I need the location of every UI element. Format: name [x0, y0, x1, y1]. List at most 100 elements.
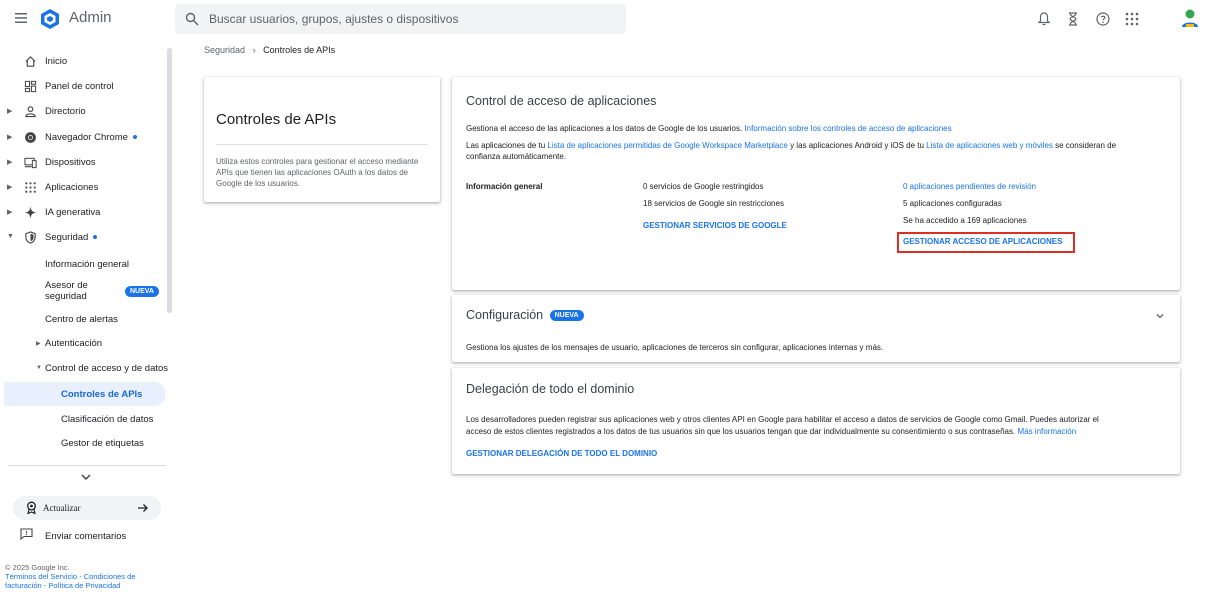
privacy-link[interactable]: Política de Privacidad	[48, 581, 120, 590]
web-mobile-apps-link[interactable]: Lista de aplicaciones web y móviles	[926, 141, 1053, 150]
billing-link-cont[interactable]: facturación	[5, 581, 42, 590]
app-access-card: Control de acceso de aplicaciones Gestio…	[452, 77, 1180, 290]
notification-dot	[93, 235, 98, 240]
caret-right-icon: ▶	[7, 159, 13, 166]
sidebar-item-label: Inicio	[45, 56, 68, 67]
marketplace-allowlist-link[interactable]: Lista de aplicaciones permitidas de Goog…	[547, 141, 787, 150]
caret-right-icon: ▶	[7, 209, 13, 216]
app-access-description: Gestiona el acceso de las aplicaciones a…	[466, 123, 952, 134]
page-info-card: Controles de APIs Utiliza estos controle…	[204, 77, 440, 202]
description-text: Gestiona el acceso de las aplicaciones a…	[466, 124, 743, 133]
search-input[interactable]: Buscar usuarios, grupos, ajustes o dispo…	[209, 12, 458, 26]
breadcrumb-separator-icon: ›	[252, 45, 256, 55]
description-text: se consideran de	[1055, 141, 1117, 150]
apps-grid-icon[interactable]	[1124, 11, 1140, 27]
breadcrumb-current: Controles de APIs	[263, 45, 336, 55]
upgrade-label: Actualizar	[43, 503, 81, 513]
award-icon	[27, 501, 36, 514]
more-info-link[interactable]: Más información	[1017, 427, 1076, 436]
upgrade-button[interactable]: Actualizar	[13, 496, 161, 520]
sidebar-item-dispositivos[interactable]: ▶ Dispositivos	[0, 151, 166, 175]
caret-right-icon: ▶	[7, 184, 13, 191]
sidebar-item-inicio[interactable]: Inicio	[0, 50, 166, 74]
delegation-description: Los desarrolladores pueden registrar sus…	[466, 415, 1099, 424]
chevron-down-icon[interactable]	[80, 471, 92, 483]
search-bar[interactable]: Buscar usuarios, grupos, ajustes o dispo…	[175, 4, 626, 34]
pending-review-link[interactable]: 0 aplicaciones pendientes de revisión	[903, 181, 1036, 192]
configured-apps-count: 5 aplicaciones configuradas	[903, 199, 1002, 208]
trust-description-cont: confianza automáticamente.	[466, 152, 567, 161]
sidebar-item-label: IA generativa	[45, 207, 101, 218]
sidebar-item-label: seguridad	[45, 291, 87, 302]
sidebar-item-centro-alertas[interactable]: Centro de alertas	[45, 314, 118, 325]
chrome-icon	[25, 132, 36, 143]
divider	[216, 144, 428, 145]
breadcrumb-parent[interactable]: Seguridad	[204, 45, 245, 55]
domain-delegation-card: Delegación de todo el dominio Los desarr…	[452, 368, 1180, 474]
description-text: acceso de estos clientes registrados a l…	[466, 427, 1016, 436]
apps-icon	[25, 182, 36, 193]
sidebar-item-informacion-general[interactable]: Información general	[45, 259, 129, 270]
admin-logo-icon[interactable]	[39, 8, 61, 30]
sidebar-divider	[8, 465, 166, 466]
sidebar-item-panel[interactable]: Panel de control	[0, 75, 166, 99]
terms-link[interactable]: Términos del Servicio	[5, 572, 77, 581]
new-badge: NUEVA	[549, 310, 584, 321]
sidebar-item-autenticacion[interactable]: Autenticación	[45, 338, 102, 349]
sidebar-item-controles-apis[interactable]: Controles de APIs	[61, 389, 142, 400]
feedback-icon	[20, 528, 33, 540]
configuration-description: Gestiona los ajustes de los mensajes de …	[466, 343, 884, 352]
sidebar-item-label: Aplicaciones	[45, 182, 99, 193]
manage-domain-delegation-button[interactable]: GESTIONAR DELEGACIÓN DE TODO EL DOMINIO	[466, 449, 657, 458]
sidebar-item-chrome[interactable]: ▶ Navegador Chrome	[0, 126, 166, 150]
person-icon	[25, 106, 36, 118]
notification-dot	[132, 135, 137, 140]
sidebar-item-gestor-etiquetas[interactable]: Gestor de etiquetas	[61, 438, 144, 449]
sidebar-item-label: Dispositivos	[45, 157, 96, 168]
dashboard-icon	[24, 80, 37, 93]
footer: © 2025 Google Inc. Términos del Servicio…	[5, 563, 136, 590]
top-bar: Admin Buscar usuarios, grupos, ajustes o…	[0, 0, 1207, 40]
sidebar-scrollbar[interactable]	[167, 48, 172, 313]
card-title: Control de acceso de aplicaciones	[466, 94, 657, 108]
sidebar-item-clasificacion-datos[interactable]: Clasificación de datos	[61, 414, 153, 425]
sparkle-icon	[24, 206, 37, 219]
user-avatar[interactable]	[1180, 8, 1200, 28]
unrestricted-services-count: 18 servicios de Google sin restricciones	[643, 199, 784, 208]
help-icon[interactable]	[1095, 11, 1111, 27]
sidebar-item-label: Seguridad	[45, 232, 98, 243]
caret-right-icon: ▶	[7, 134, 13, 141]
learn-more-link[interactable]: Información sobre los controles de acces…	[744, 124, 951, 133]
manage-app-access-button[interactable]: GESTIONAR ACCESO DE APLICACIONES	[903, 237, 1062, 246]
accessed-apps-count: Se ha accedido a 169 aplicaciones	[903, 216, 1027, 225]
home-icon	[25, 56, 36, 67]
trust-description: Las aplicaciones de tu Lista de aplicaci…	[466, 140, 1116, 151]
bell-icon[interactable]	[1036, 11, 1052, 27]
card-title-text: Configuración	[466, 308, 544, 322]
sidebar-item-directorio[interactable]: ▶ Directorio	[0, 100, 166, 124]
menu-icon[interactable]	[14, 11, 28, 25]
sidebar-item-label: Directorio	[45, 106, 86, 117]
restricted-services-count: 0 servicios de Google restringidos	[643, 182, 764, 191]
sidebar-item-aplicaciones[interactable]: ▶ Aplicaciones	[0, 176, 166, 200]
page-title: Controles de APIs	[216, 111, 337, 128]
hourglass-icon[interactable]	[1065, 11, 1081, 27]
sidebar-item-label: Navegador Chrome	[45, 132, 137, 143]
chevron-down-icon[interactable]	[1155, 311, 1165, 321]
feedback-label: Enviar comentarios	[45, 531, 127, 542]
billing-link[interactable]: Condiciones de	[84, 572, 136, 581]
configuration-card[interactable]: Configuración NUEVA Gestiona los ajustes…	[452, 295, 1180, 362]
sidebar-item-control-acceso[interactable]: Control de acceso y de datos	[45, 363, 168, 374]
sidebar-item-ia-generativa[interactable]: ▶ IA generativa	[0, 201, 166, 225]
manage-google-services-button[interactable]: GESTIONAR SERVICIOS DE GOOGLE	[643, 221, 787, 230]
sidebar-item-asesor-seguridad[interactable]: Asesor de seguridad	[45, 280, 88, 302]
new-badge: NUEVA	[125, 286, 159, 297]
devices-icon	[24, 157, 37, 169]
copyright: © 2025 Google Inc.	[5, 563, 70, 572]
breadcrumb: Seguridad › Controles de APIs	[204, 45, 335, 55]
caret-down-icon: ▼	[7, 233, 14, 240]
caret-right-icon: ▶	[7, 108, 13, 115]
sidebar-item-seguridad[interactable]: ▼ Seguridad	[0, 226, 166, 250]
app-title[interactable]: Admin	[69, 9, 112, 26]
description-text: Las aplicaciones de tu	[466, 141, 546, 150]
